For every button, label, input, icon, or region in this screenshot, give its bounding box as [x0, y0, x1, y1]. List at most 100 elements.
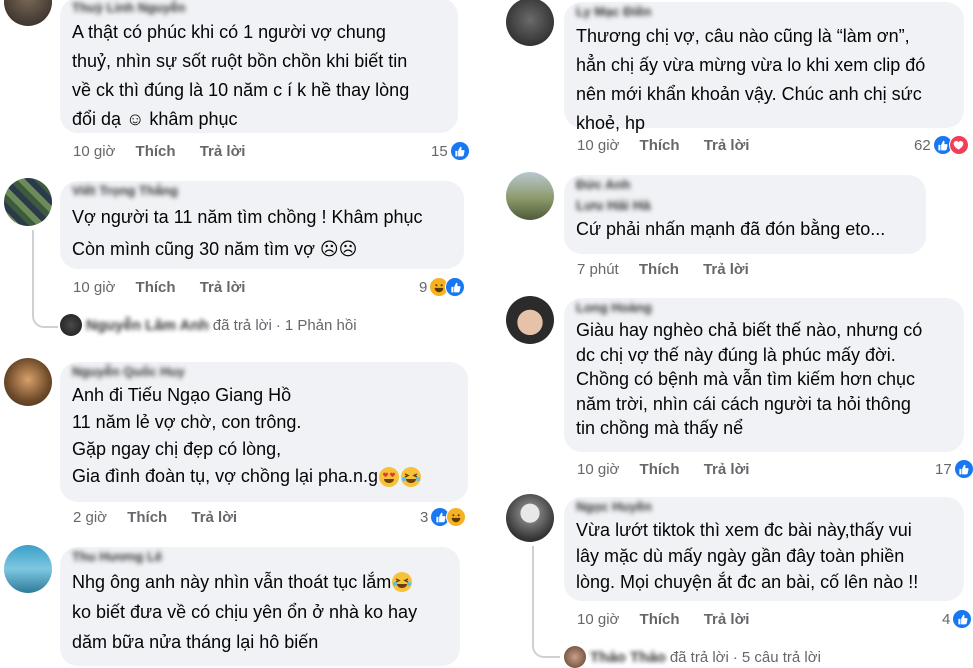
comment-text-line: Vợ người ta 11 năm tìm chồng ! Khâm phục: [72, 207, 423, 227]
replier-name: Nguyễn Lâm Anh: [86, 316, 209, 334]
replied-text: đã trả lời: [212, 316, 272, 334]
commenter-avatar[interactable]: [506, 296, 554, 344]
like-reaction-icon: [953, 459, 973, 479]
like-action[interactable]: Thích: [136, 278, 176, 298]
commenter-avatar[interactable]: [4, 0, 52, 26]
haha-reaction-icon: [446, 507, 467, 527]
comment-time[interactable]: 10 giờ: [577, 610, 619, 630]
comment-actions: 10 giờ Thích Trả lời: [73, 142, 245, 162]
reaction-summary[interactable]: 17: [935, 458, 973, 480]
reaction-summary[interactable]: 62: [914, 134, 969, 156]
comment-actions: 10 giờ Thích Trả lời: [577, 136, 749, 156]
comment-bubble: Long Hoàng Giàu hay nghèo chả biết thế n…: [564, 298, 964, 452]
reply-action[interactable]: Trả lời: [704, 610, 750, 630]
like-reaction-icon: [445, 277, 466, 297]
reaction-count: 17: [935, 460, 952, 478]
comment-bubble: Ngọc Huyền Vừa lướt tiktok thì xem đc bà…: [564, 497, 964, 601]
reaction-count: 9: [419, 278, 428, 296]
comment-text-line: Vừa lướt tiktok thì xem đc bài này,thấy …: [576, 520, 912, 540]
comment-author[interactable]: Ly Mạc Điền: [576, 2, 952, 22]
comment-text-line: Gia đình đoàn tụ, vợ chồng lại pha.n.g: [72, 463, 456, 490]
comment-text-line: Cứ phải nhấn mạnh đã đón bằng eto...: [576, 219, 886, 239]
comment-text-line: thuỷ, nhìn sự sốt ruột bồn chồn khi biết…: [72, 51, 408, 71]
replier-name: Thảo Thảo: [590, 648, 666, 666]
comment-bubble: Ly Mạc Điền Thương chị vợ, câu nào cũng …: [564, 2, 964, 133]
reaction-count: 62: [914, 136, 931, 154]
replied-text: đã trả lời: [669, 648, 729, 666]
comment-text-line: khoẻ, hp: [576, 113, 646, 133]
reply-thread-line: [532, 546, 560, 658]
replier-avatar: [564, 646, 586, 668]
reply-count: 5 câu trả lời: [741, 648, 821, 666]
comment-bubble: Thuỳ Linh Nguyễn A thật có phúc khi có 1…: [60, 0, 458, 133]
comment-text-line: ko biết đưa về có chịu yên ổn ở nhà ko h…: [72, 602, 418, 622]
view-replies-link[interactable]: Thảo Thảo đã trả lời · 5 câu trả lời: [564, 646, 821, 668]
comment-text-line: lòng. Mọi chuyện ắt đc an bài, cố lên nà…: [576, 572, 919, 592]
like-action[interactable]: Thích: [640, 136, 680, 156]
comment-time[interactable]: 7 phút: [577, 260, 619, 280]
like-action[interactable]: Thích: [127, 508, 167, 528]
comment-time[interactable]: 10 giờ: [73, 142, 115, 162]
commenter-avatar[interactable]: [506, 494, 554, 542]
reply-action[interactable]: Trả lời: [703, 260, 749, 280]
commenter-avatar[interactable]: [4, 545, 52, 593]
comment-text-line: về ck thì đúng là 10 năm c í k hề thay l…: [72, 80, 410, 100]
like-action[interactable]: Thích: [640, 460, 680, 480]
comment-text-line: lây mặc dù mấy ngày gần đây toàn phiền: [576, 546, 905, 566]
comment-author[interactable]: Ngọc Huyền: [576, 497, 952, 517]
reaction-summary[interactable]: 15: [431, 140, 470, 162]
comment-time[interactable]: 2 giờ: [73, 508, 107, 528]
view-replies-link[interactable]: Nguyễn Lâm Anh đã trả lời · 1 Phản hồi: [60, 314, 357, 336]
reply-thread-line: [32, 230, 58, 328]
mentioned-user[interactable]: Lưu Hải Hà: [576, 195, 914, 215]
reaction-summary[interactable]: 3: [420, 506, 467, 528]
comment-author[interactable]: Long Hoàng: [576, 298, 952, 318]
comment-author[interactable]: Thuỳ Linh Nguyễn: [72, 0, 446, 18]
comment-text-line: nên mới khẩn khoản vậy. Chúc anh chị sức: [576, 84, 922, 104]
reply-action[interactable]: Trả lời: [704, 460, 750, 480]
comment-author[interactable]: Viết Trọng Thắng: [72, 181, 452, 201]
reply-action[interactable]: Trả lời: [200, 142, 246, 162]
like-reaction-icon: [952, 609, 973, 629]
like-action[interactable]: Thích: [136, 142, 176, 162]
reply-action[interactable]: Trả lời: [200, 278, 246, 298]
comment-author[interactable]: Nguyễn Quốc Huy: [72, 362, 456, 382]
reaction-summary[interactable]: 4: [942, 608, 973, 630]
comment-text: Gia đình đoàn tụ, vợ chồng lại pha.n.g: [72, 466, 379, 486]
like-reaction-icon: [449, 141, 470, 161]
comment-text-line: Anh đi Tiếu Ngạo Giang Hồ: [72, 385, 292, 405]
comment-bubble: Viết Trọng Thắng Vợ người ta 11 năm tìm …: [60, 181, 464, 269]
comment-text-line: dăm bữa nửa tháng lại hô biến: [72, 632, 319, 652]
reaction-count: 4: [942, 610, 951, 628]
separator-dot: ·: [732, 648, 738, 666]
separator-dot: ·: [275, 316, 281, 334]
comment-actions: 10 giờ Thích Trả lời: [73, 278, 245, 298]
comment-time[interactable]: 10 giờ: [577, 136, 619, 156]
comment-text-line: 11 năm lẻ vợ chờ, con trông.: [72, 412, 302, 432]
commenter-avatar[interactable]: [506, 0, 554, 46]
comment-text: Nhg ông anh này nhìn vẫn thoát tục lắm: [72, 572, 392, 592]
comment-author[interactable]: Thu Hương Lê: [72, 547, 448, 567]
commenter-avatar[interactable]: [4, 178, 52, 226]
comment-actions: 10 giờ Thích Trả lời: [577, 460, 749, 480]
like-action[interactable]: Thích: [639, 260, 679, 280]
commenter-avatar[interactable]: [506, 172, 554, 220]
comment-text-line: A thật có phúc khi có 1 người vợ chung: [72, 22, 386, 42]
comment-text-line: Gặp ngay chị đẹp có lòng,: [72, 439, 282, 459]
comment-text-line: tin chồng mà thấy nể: [576, 418, 744, 438]
like-action[interactable]: Thích: [640, 610, 680, 630]
reaction-summary[interactable]: 9: [419, 276, 466, 298]
reply-count: 1 Phản hồi: [284, 316, 357, 334]
comment-text-line: hẳn chị ấy vừa mừng vừa lo khi xem clip …: [576, 55, 926, 75]
comment-text-line: Còn mình cũng 30 năm tìm vợ ☹☹: [72, 239, 358, 259]
comment-author[interactable]: Đức Anh: [576, 175, 914, 195]
commenter-avatar[interactable]: [4, 358, 52, 406]
laughing-emoji-icon: [391, 571, 413, 593]
comment-bubble: Đức Anh Lưu Hải Hà Cứ phải nhấn mạnh đã …: [564, 175, 926, 254]
comment-time[interactable]: 10 giờ: [73, 278, 115, 298]
reply-action[interactable]: Trả lời: [704, 136, 750, 156]
comment-text-line: Chồng có bệnh mà vẫn tìm kiếm hơn chục: [576, 369, 915, 389]
reply-action[interactable]: Trả lời: [191, 508, 237, 528]
comment-time[interactable]: 10 giờ: [577, 460, 619, 480]
comment-actions: 7 phút Thích Trả lời: [577, 260, 749, 280]
